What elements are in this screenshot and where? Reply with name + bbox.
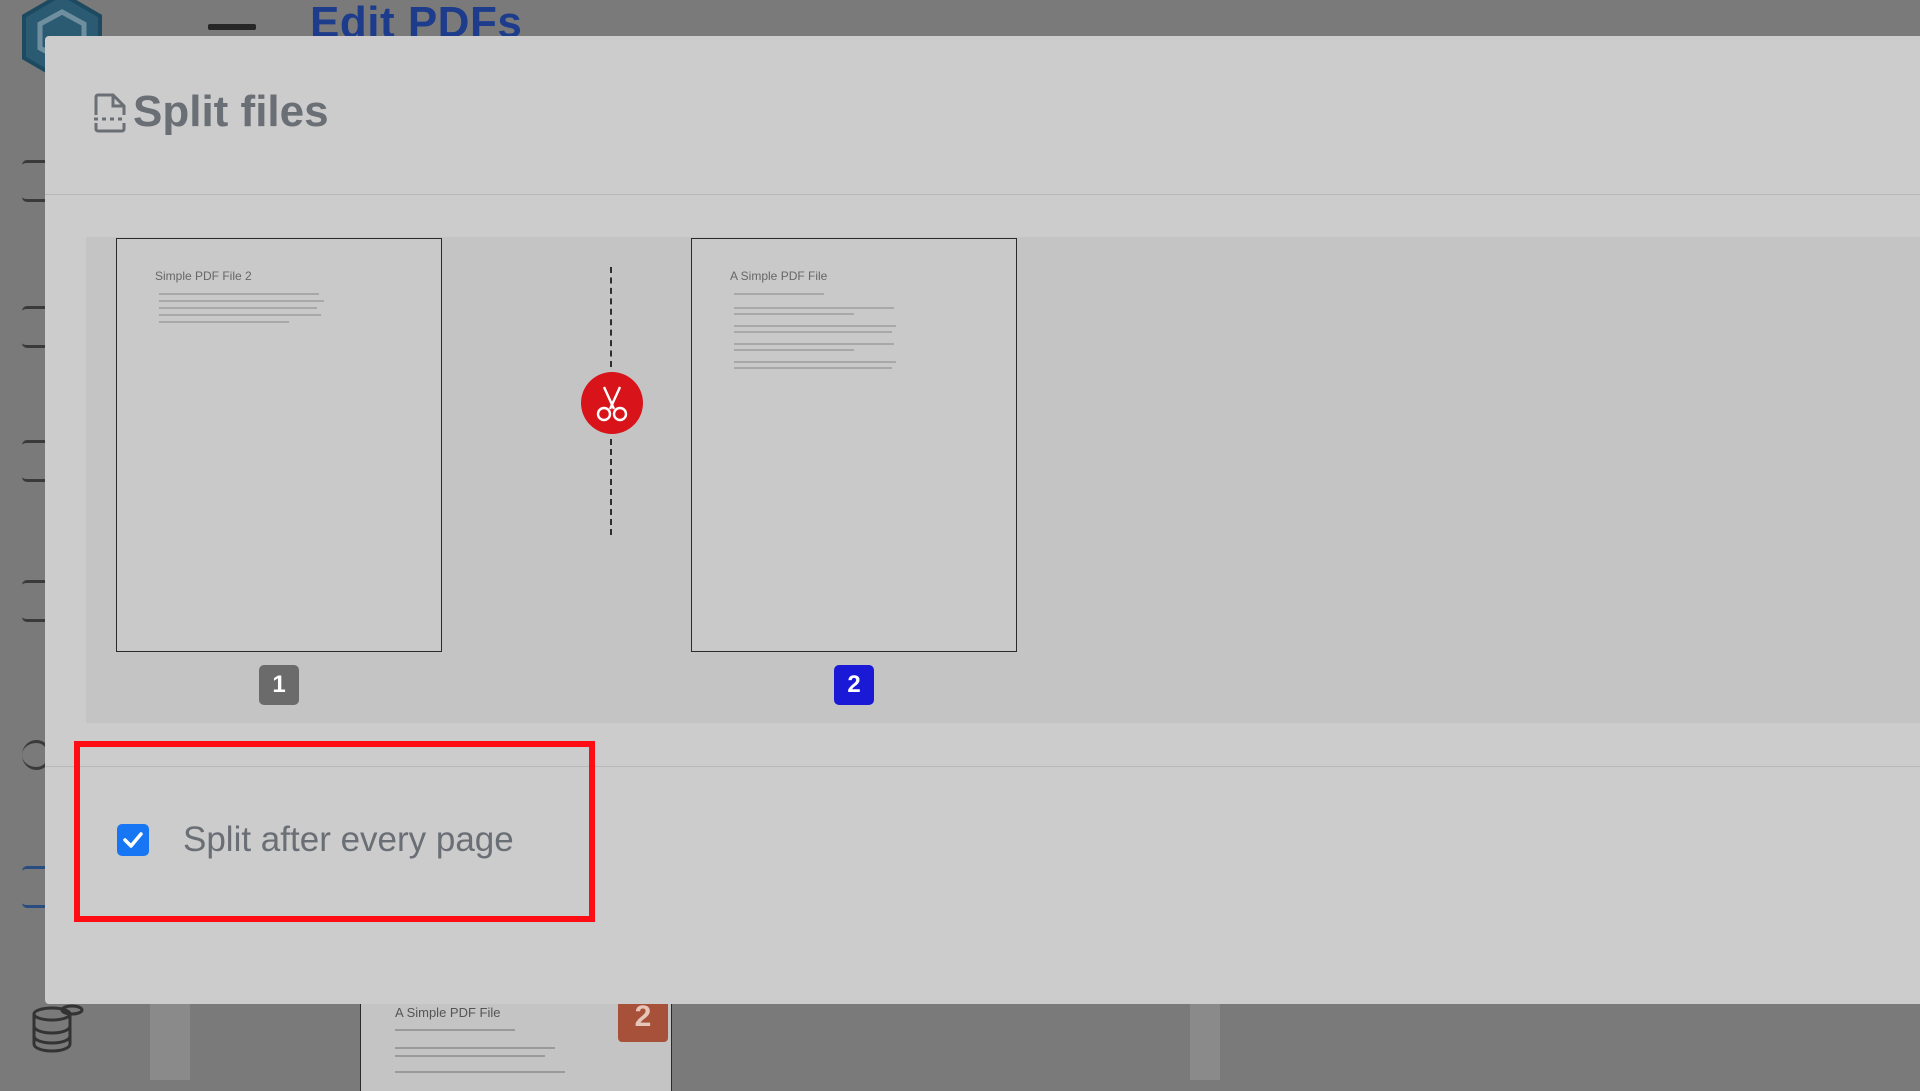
background-panel <box>150 1004 190 1080</box>
hamburger-menu-icon[interactable] <box>208 24 256 30</box>
text-line <box>734 343 894 345</box>
background-panel <box>1190 1004 1220 1080</box>
cut-line <box>610 439 612 535</box>
text-line <box>734 293 824 295</box>
page-thumbnail-1[interactable]: Simple PDF File 2 <box>116 238 442 652</box>
highlight-box <box>74 741 595 922</box>
text-line <box>395 1055 545 1057</box>
modal-header: Split files <box>45 36 1920 195</box>
text-line <box>159 307 317 309</box>
page-thumbnails-area: Simple PDF File 2 1 A Simple PDF File 2 <box>86 237 1920 723</box>
text-line <box>159 314 321 316</box>
text-line <box>734 349 854 351</box>
file-split-icon <box>94 93 126 133</box>
text-line <box>734 361 896 363</box>
text-line <box>395 1029 515 1031</box>
text-line <box>159 293 319 295</box>
page-thumbnail-2[interactable]: A Simple PDF File <box>691 238 1017 652</box>
text-line <box>734 367 892 369</box>
modal-title: Split files <box>133 87 329 136</box>
page-heading: Simple PDF File 2 <box>155 269 252 283</box>
page-number-badge-1: 1 <box>259 665 299 705</box>
text-line <box>159 321 289 323</box>
scissors-icon <box>596 386 628 422</box>
text-line <box>395 1047 555 1049</box>
text-line <box>734 313 854 315</box>
text-line <box>734 331 892 333</box>
text-line <box>395 1071 565 1073</box>
text-line <box>734 325 896 327</box>
split-toggle-button[interactable] <box>581 372 643 434</box>
text-line <box>734 307 894 309</box>
background-page-heading: A Simple PDF File <box>395 1005 501 1020</box>
cut-line <box>610 267 612 367</box>
text-line <box>159 300 324 302</box>
page-heading: A Simple PDF File <box>730 269 828 283</box>
database-icon[interactable] <box>26 1000 86 1060</box>
page-number-badge-2: 2 <box>834 665 874 705</box>
